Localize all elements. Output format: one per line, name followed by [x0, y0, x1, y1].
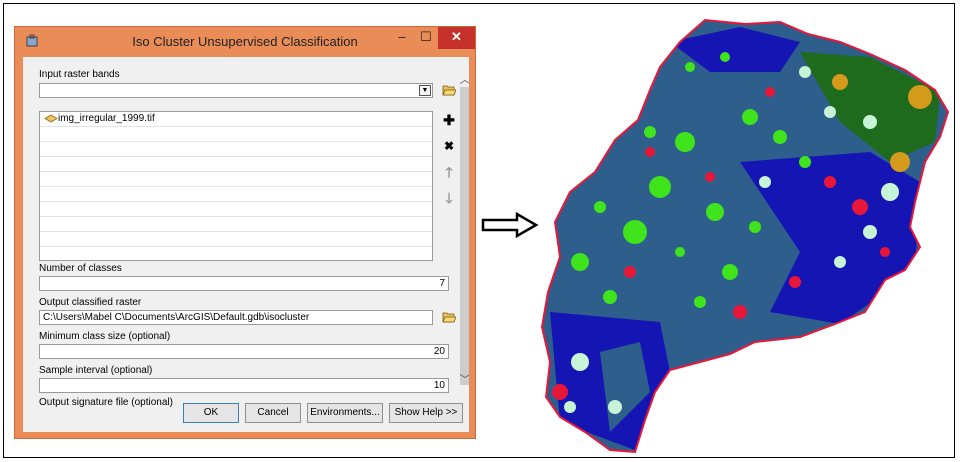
list-item-empty: [40, 217, 432, 232]
list-item-empty: [40, 142, 432, 157]
scroll-thumb[interactable]: [460, 87, 469, 385]
dialog-client: Input raster bands ▼ img_irregular_1999.…: [23, 57, 469, 432]
output-raster-label: Output classified raster: [39, 297, 142, 308]
list-item-label: img_irregular_1999.tif: [58, 113, 155, 124]
num-classes-input[interactable]: 7: [39, 276, 449, 291]
list-item-empty: [40, 232, 432, 247]
input-raster-combo[interactable]: [39, 83, 433, 98]
sample-interval-label: Sample interval (optional): [39, 365, 153, 376]
ok-button[interactable]: OK: [183, 403, 239, 423]
num-classes-label: Number of classes: [39, 263, 122, 274]
folder-open-icon[interactable]: [442, 84, 456, 96]
list-item-empty: [40, 127, 432, 142]
close-button[interactable]: ✕: [438, 27, 475, 49]
list-item[interactable]: img_irregular_1999.tif: [40, 112, 432, 127]
minimize-button[interactable]: –: [390, 27, 414, 49]
list-item-empty: [40, 202, 432, 217]
raster-layer-icon: [44, 114, 58, 123]
remove-icon[interactable]: ✖: [442, 139, 456, 153]
folder-open-icon[interactable]: [442, 311, 456, 323]
raster-list[interactable]: img_irregular_1999.tif: [39, 111, 433, 261]
scroll-down-icon[interactable]: ﹀: [459, 371, 470, 387]
min-class-size-input[interactable]: 20: [39, 344, 449, 359]
move-down-icon[interactable]: 🡓: [442, 191, 456, 205]
move-up-icon[interactable]: 🡑: [442, 165, 456, 179]
list-item-empty: [40, 172, 432, 187]
sample-interval-input[interactable]: 10: [39, 378, 449, 393]
list-item-empty: [40, 187, 432, 202]
scrollbar[interactable]: ︿ ﹀: [459, 67, 469, 395]
maximize-button[interactable]: ☐: [414, 27, 438, 49]
environments-button[interactable]: Environments...: [307, 403, 383, 423]
signature-file-label: Output signature file (optional): [39, 397, 173, 408]
iso-cluster-dialog: Iso Cluster Unsupervised Classification …: [14, 26, 476, 439]
input-raster-label: Input raster bands: [39, 69, 120, 80]
arrow-right-icon: [481, 212, 539, 238]
show-help-button[interactable]: Show Help >>: [389, 403, 463, 423]
min-class-size-label: Minimum class size (optional): [39, 331, 171, 342]
title-bar[interactable]: Iso Cluster Unsupervised Classification …: [15, 27, 475, 57]
cancel-button[interactable]: Cancel: [245, 403, 301, 423]
classified-raster-map: [540, 18, 950, 454]
output-raster-input[interactable]: C:\Users\Mabel C\Documents\ArcGIS\Defaul…: [39, 310, 433, 325]
list-item-empty: [40, 157, 432, 172]
add-icon[interactable]: ✚: [442, 113, 456, 127]
scroll-up-icon[interactable]: ︿: [459, 71, 470, 87]
dropdown-arrow-icon[interactable]: ▼: [419, 85, 431, 96]
